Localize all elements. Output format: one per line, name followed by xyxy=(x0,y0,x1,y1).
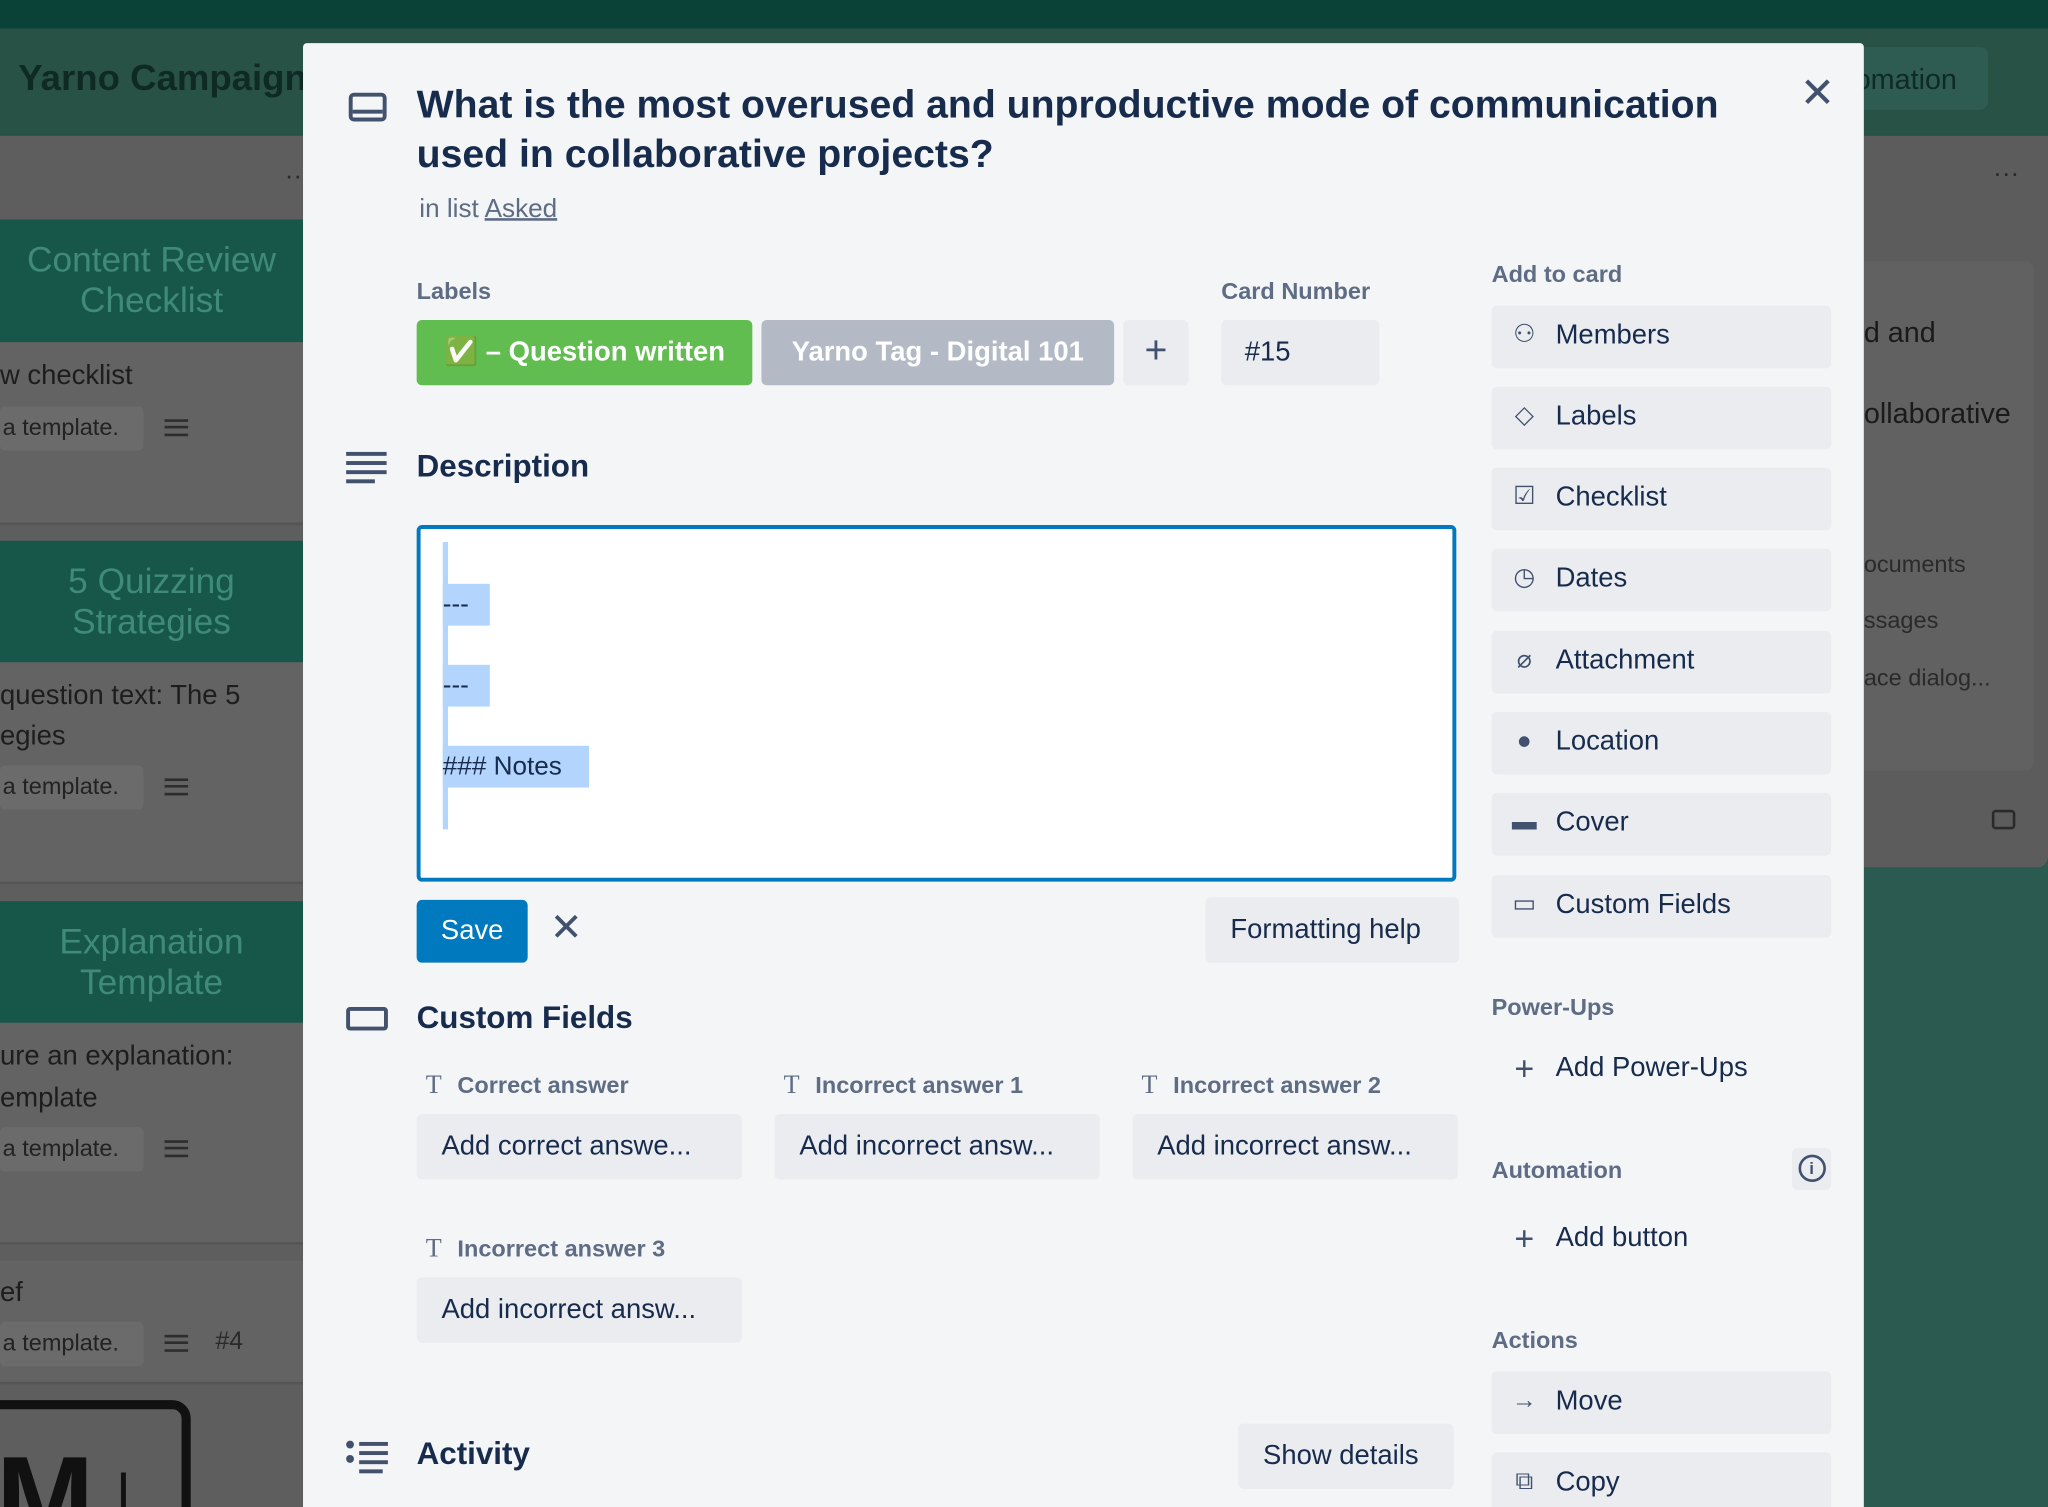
powerups-heading: Power-Ups xyxy=(1491,993,1615,1021)
card-text: ollaborative xyxy=(1863,397,2011,430)
custom-field-label: T Incorrect answer 3 xyxy=(425,1234,666,1264)
text-field-icon: T xyxy=(425,1071,442,1100)
label-question-written[interactable]: ✅ – Question written xyxy=(416,319,753,386)
actions-heading: Actions xyxy=(1491,1327,1578,1354)
add-to-card-heading: Add to card xyxy=(1491,261,1623,288)
close-icon[interactable]: ✕ xyxy=(1800,68,1835,118)
stage: Yarno Campaign omation ·· Content Review… xyxy=(0,0,2048,1507)
description-heading: Description xyxy=(416,449,590,485)
text-field-icon: T xyxy=(783,1071,800,1100)
description-icon xyxy=(164,419,189,437)
sidebar-checklist-button[interactable]: ☑ Checklist xyxy=(1491,467,1832,531)
description-icon xyxy=(164,1140,189,1158)
formatting-help-button[interactable]: Formatting help xyxy=(1205,897,1459,963)
card-text: question text: The 5 xyxy=(0,680,241,711)
card-text: egies xyxy=(0,720,66,752)
show-details-button[interactable]: Show details xyxy=(1238,1423,1454,1489)
clock-icon: ◷ xyxy=(1513,564,1536,592)
template-badge: a template. xyxy=(0,406,144,451)
in-list: in list Asked xyxy=(419,195,557,225)
sidebar-labels-button[interactable]: ◇ Labels xyxy=(1491,386,1832,450)
card-cover: 5 Quizzing Strategies xyxy=(0,540,304,664)
list-menu-icon[interactable]: ··· xyxy=(1993,159,2019,189)
sidebar-location-button[interactable]: ● Location xyxy=(1491,711,1832,775)
card-text: ef xyxy=(0,1277,23,1308)
activity-heading: Activity xyxy=(416,1436,530,1472)
card-text: d and xyxy=(1863,316,1936,349)
template-badge: a template. xyxy=(0,1321,144,1367)
plus-icon: + xyxy=(1514,1048,1535,1088)
card-number-heading: Card Number xyxy=(1221,278,1371,305)
template-badge: a template. xyxy=(0,765,144,810)
custom-fields-icon xyxy=(346,1007,388,1031)
card-text: ssages xyxy=(1863,607,1939,634)
save-button[interactable]: Save xyxy=(416,899,528,963)
sidebar-members-button[interactable]: ⚇ Members xyxy=(1491,305,1832,369)
description-icon xyxy=(164,1334,189,1352)
add-button-button[interactable]: + Add button xyxy=(1492,1208,1832,1271)
automation-heading: Automation xyxy=(1491,1157,1623,1184)
person-icon: ⚇ xyxy=(1513,321,1536,349)
description-editor[interactable]: --- --- ### Notes xyxy=(416,525,1457,882)
sidebar-dates-button[interactable]: ◷ Dates xyxy=(1491,548,1832,612)
sidebar-attachment-button[interactable]: ⌀ Attachment xyxy=(1491,630,1832,694)
card-title[interactable]: What is the most overused and unproducti… xyxy=(417,81,1749,180)
text-field-icon: T xyxy=(1141,1071,1158,1100)
card-number: #4 xyxy=(215,1328,244,1356)
custom-field-label: T Incorrect answer 2 xyxy=(1141,1071,1381,1100)
card-cover: Explanation Template xyxy=(0,901,304,1024)
plus-icon: + xyxy=(1514,1218,1535,1258)
paperclip-icon: ⌀ xyxy=(1516,646,1532,674)
in-list-prefix: in list xyxy=(419,194,479,224)
card-text: ure an explanation: xyxy=(0,1040,234,1072)
cover-icon: ▬ xyxy=(1511,808,1537,836)
activity-icon xyxy=(346,1439,388,1474)
description-line: --- xyxy=(442,583,490,626)
board-title[interactable]: Yarno Campaign xyxy=(18,57,307,99)
correct-answer-input[interactable]: Add correct answe... xyxy=(416,1114,742,1180)
list-menu-icon[interactable]: ·· xyxy=(285,162,302,192)
cancel-edit-icon[interactable]: ✕ xyxy=(550,905,583,951)
labels-heading: Labels xyxy=(416,278,492,305)
location-pin-icon: ● xyxy=(1516,727,1532,755)
incorrect-answer-1-input[interactable]: Add incorrect answ... xyxy=(774,1114,1100,1180)
sidebar-custom-fields-button[interactable]: ▭ Custom Fields xyxy=(1491,875,1832,938)
description-icon xyxy=(164,778,189,796)
card-icon xyxy=(348,92,387,122)
card-text: ocuments xyxy=(1863,551,1966,578)
template-icon xyxy=(1991,809,2016,830)
custom-fields-icon: ▭ xyxy=(1512,890,1536,919)
top-bar xyxy=(0,0,2048,29)
card-text: ace dialog... xyxy=(1863,664,1991,691)
description-line: --- xyxy=(442,664,490,707)
arrow-right-icon: → xyxy=(1511,1387,1537,1415)
description-icon xyxy=(346,451,387,484)
list-link[interactable]: Asked xyxy=(485,195,558,224)
description-line: ### Notes xyxy=(442,745,590,788)
custom-fields-heading: Custom Fields xyxy=(416,1000,633,1036)
move-button[interactable]: → Move xyxy=(1491,1371,1832,1435)
card-cover: Content Review Checklist xyxy=(0,219,304,343)
label-yarno-tag[interactable]: Yarno Tag - Digital 101 xyxy=(761,319,1115,386)
card-text: emplate xyxy=(0,1082,98,1113)
sidebar-cover-button[interactable]: ▬ Cover xyxy=(1491,792,1832,856)
custom-field-label: T Correct answer xyxy=(425,1071,629,1100)
incorrect-answer-3-input[interactable]: Add incorrect answ... xyxy=(416,1277,742,1343)
card-number-value[interactable]: #15 xyxy=(1221,319,1380,386)
incorrect-answer-2-input[interactable]: Add incorrect answ... xyxy=(1132,1114,1458,1180)
template-badge: a template. xyxy=(0,1127,144,1172)
checkbox-icon: ☑ xyxy=(1513,483,1536,511)
info-icon[interactable]: i xyxy=(1791,1148,1832,1190)
tag-icon: ◇ xyxy=(1514,402,1534,430)
markdown-logo: M↓ xyxy=(0,1400,191,1507)
custom-field-label: T Incorrect answer 1 xyxy=(783,1071,1024,1100)
copy-icon: ⧉ xyxy=(1515,1468,1534,1496)
copy-button[interactable]: ⧉ Copy xyxy=(1491,1452,1832,1507)
text-field-icon: T xyxy=(425,1234,442,1264)
add-label-button[interactable]: + xyxy=(1123,319,1189,386)
add-powerups-button[interactable]: + Add Power-Ups xyxy=(1492,1038,1832,1101)
card-text: w checklist xyxy=(0,360,133,391)
